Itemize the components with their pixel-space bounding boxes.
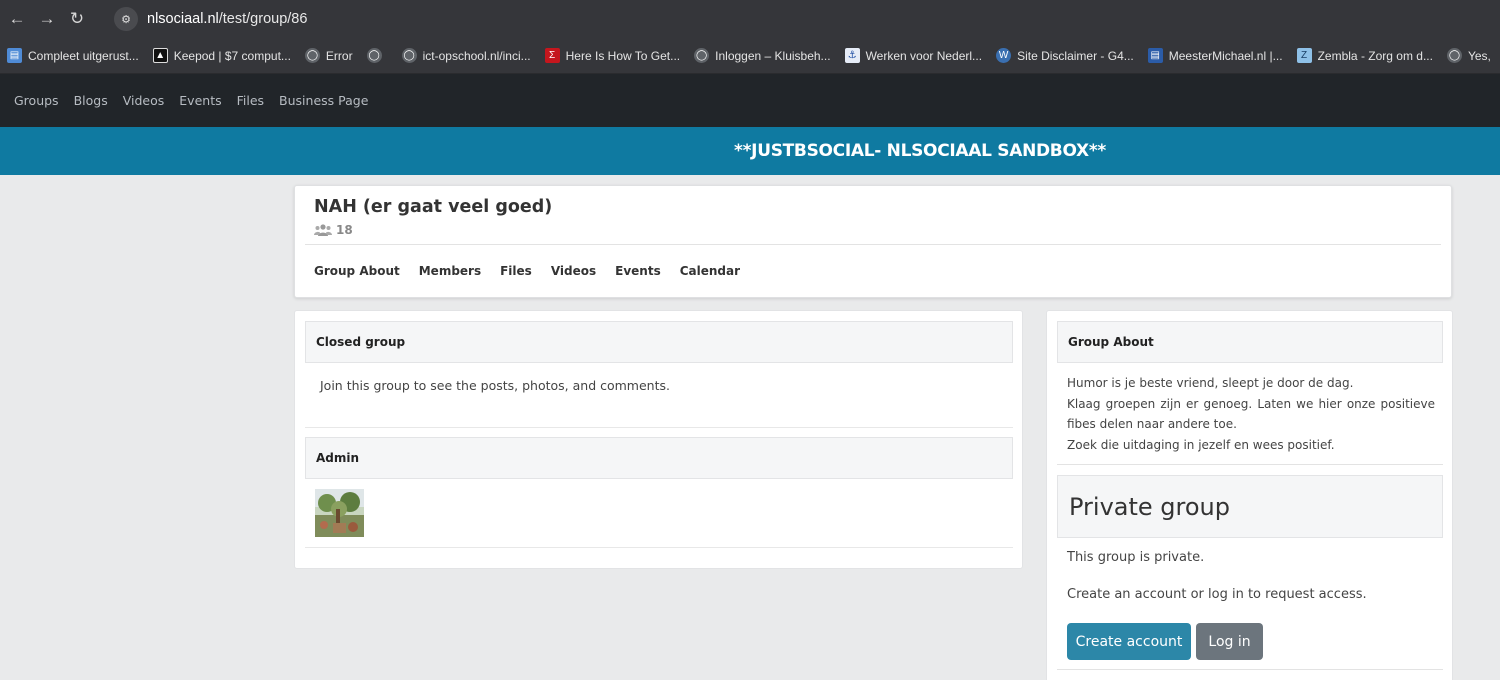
bookmark-label: Here Is How To Get... bbox=[565, 48, 681, 63]
tab-members[interactable]: Members bbox=[419, 264, 481, 278]
url-text[interactable]: nlsociaal.nl/test/group/86 bbox=[147, 11, 307, 27]
bookmark-label: MeesterMichael.nl |... bbox=[1168, 48, 1283, 63]
bookmark-item[interactable]: ◯ ict-opschool.nl/inci... bbox=[401, 48, 531, 63]
admin-heading: Admin bbox=[305, 437, 1013, 479]
banner-title: **JUSTBSOCIAL- NLSOCIAAL SANDBOX** bbox=[733, 141, 1107, 161]
nav-files[interactable]: Files bbox=[237, 93, 264, 108]
bookmark-item[interactable]: Z Zembla - Zorg om d... bbox=[1296, 48, 1433, 63]
globe-icon: ◯ bbox=[401, 48, 417, 63]
bookmark-item[interactable]: W Site Disclaimer - G4... bbox=[996, 48, 1134, 63]
avatar-image bbox=[315, 489, 364, 537]
divider bbox=[305, 427, 1013, 428]
group-sidebar-card: Group About Humor is je beste vriend, sl… bbox=[1046, 310, 1453, 680]
nav-groups[interactable]: Groups bbox=[14, 93, 59, 108]
site-navbar: Groups Blogs Videos Events Files Busines… bbox=[0, 74, 1500, 127]
bookmark-label: Yes, bbox=[1467, 48, 1491, 63]
divider bbox=[305, 244, 1441, 245]
bookmark-item[interactable]: ▲ Keepod | $7 comput... bbox=[152, 48, 291, 63]
about-line: Zoek die uitdaging in jezelf en wees pos… bbox=[1067, 437, 1335, 452]
group-about-text: Humor is je beste vriend, sleept je door… bbox=[1067, 373, 1435, 455]
bookmark-label: Zembla - Zorg om d... bbox=[1317, 48, 1433, 63]
nav-blogs[interactable]: Blogs bbox=[74, 93, 108, 108]
keepod-icon: ▲ bbox=[152, 48, 168, 63]
bookmark-item[interactable]: ◯ Error bbox=[304, 48, 353, 63]
divider bbox=[1057, 464, 1443, 465]
bookmark-item[interactable]: ◯ Yes, bbox=[1446, 48, 1491, 63]
group-about-heading: Group About bbox=[1057, 321, 1443, 363]
group-content-card: Closed group Join this group to see the … bbox=[294, 310, 1023, 569]
globe-icon: ◯ bbox=[304, 48, 320, 63]
bookmark-item[interactable]: ▤ Compleet uitgerust... bbox=[7, 48, 139, 63]
url-path: /test/group/86 bbox=[218, 11, 308, 27]
bookmark-item[interactable]: ◯ bbox=[366, 48, 388, 63]
bookmarks-bar: ▤ Compleet uitgerust... ▲ Keepod | $7 comp… bbox=[0, 38, 1500, 74]
divider bbox=[1057, 669, 1443, 670]
member-count-value: 18 bbox=[336, 223, 353, 237]
sigma-icon: Σ bbox=[544, 48, 560, 63]
about-line: Klaag groepen zijn er genoeg. Laten we h… bbox=[1067, 396, 1435, 432]
tab-videos[interactable]: Videos bbox=[551, 264, 596, 278]
tab-events[interactable]: Events bbox=[615, 264, 661, 278]
bookmark-label: ict-opschool.nl/inci... bbox=[422, 48, 531, 63]
private-group-heading: Private group bbox=[1057, 475, 1443, 538]
address-bar[interactable]: ⚙ nlsociaal.nl/test/group/86 bbox=[114, 6, 1494, 32]
group-tabs: Group About Members Files Videos Events … bbox=[314, 264, 759, 278]
bookmark-label: Site Disclaimer - G4... bbox=[1017, 48, 1134, 63]
nav-videos[interactable]: Videos bbox=[123, 93, 165, 108]
about-line: Humor is je beste vriend, sleept je door… bbox=[1067, 376, 1354, 390]
bookmark-label: Werken voor Nederl... bbox=[865, 48, 983, 63]
users-icon bbox=[314, 224, 332, 236]
bookmark-label: Error bbox=[325, 48, 353, 63]
forward-icon[interactable]: → bbox=[35, 7, 59, 31]
tab-group-about[interactable]: Group About bbox=[314, 264, 400, 278]
private-group-text: This group is private. bbox=[1067, 550, 1205, 565]
bookmark-item[interactable]: ⚓ Werken voor Nederl... bbox=[844, 48, 983, 63]
url-host: nlsociaal.nl bbox=[147, 11, 219, 27]
group-header-card: NAH (er gaat veel goed) 18 Group About M… bbox=[294, 185, 1452, 298]
reload-icon[interactable]: ↻ bbox=[65, 7, 89, 31]
bookmark-label: Keepod | $7 comput... bbox=[173, 48, 291, 63]
bookmark-label: Inloggen – Kluisbeh... bbox=[715, 48, 831, 63]
bookmark-item[interactable]: Σ Here Is How To Get... bbox=[544, 48, 681, 63]
globe-icon: ◯ bbox=[366, 48, 382, 63]
site-banner: **JUSTBSOCIAL- NLSOCIAAL SANDBOX** bbox=[0, 127, 1500, 175]
site-settings-icon[interactable]: ⚙ bbox=[114, 7, 138, 31]
tab-calendar[interactable]: Calendar bbox=[680, 264, 740, 278]
bookmark-item[interactable]: ▤ MeesterMichael.nl |... bbox=[1147, 48, 1283, 63]
doc-icon: ▤ bbox=[7, 48, 22, 63]
bookmark-item[interactable]: ◯ Inloggen – Kluisbeh... bbox=[694, 48, 831, 63]
bookmark-label: Compleet uitgerust... bbox=[28, 48, 139, 63]
globe-icon: ◯ bbox=[694, 48, 710, 63]
log-in-button[interactable]: Log in bbox=[1196, 623, 1263, 660]
nav-business-page[interactable]: Business Page bbox=[279, 93, 368, 108]
admin-avatar[interactable] bbox=[315, 489, 364, 537]
nl-icon: ⚓ bbox=[844, 48, 860, 63]
group-title: NAH (er gaat veel goed) bbox=[314, 197, 553, 217]
request-access-text: Create an account or log in to request a… bbox=[1067, 587, 1367, 602]
create-account-button[interactable]: Create account bbox=[1067, 623, 1191, 660]
back-icon[interactable]: ← bbox=[5, 7, 29, 31]
browser-toolbar: ← → ↻ ⚙ nlsociaal.nl/test/group/86 bbox=[0, 0, 1500, 38]
nav-events[interactable]: Events bbox=[179, 93, 221, 108]
wordpress-icon: W bbox=[996, 48, 1012, 63]
mm-icon: ▤ bbox=[1147, 48, 1163, 63]
divider bbox=[305, 547, 1013, 548]
globe-icon: ◯ bbox=[1446, 48, 1462, 63]
member-count: 18 bbox=[314, 223, 353, 237]
tab-files[interactable]: Files bbox=[500, 264, 532, 278]
closed-group-heading: Closed group bbox=[305, 321, 1013, 363]
zembla-icon: Z bbox=[1296, 48, 1312, 63]
closed-group-text: Join this group to see the posts, photos… bbox=[320, 378, 670, 393]
